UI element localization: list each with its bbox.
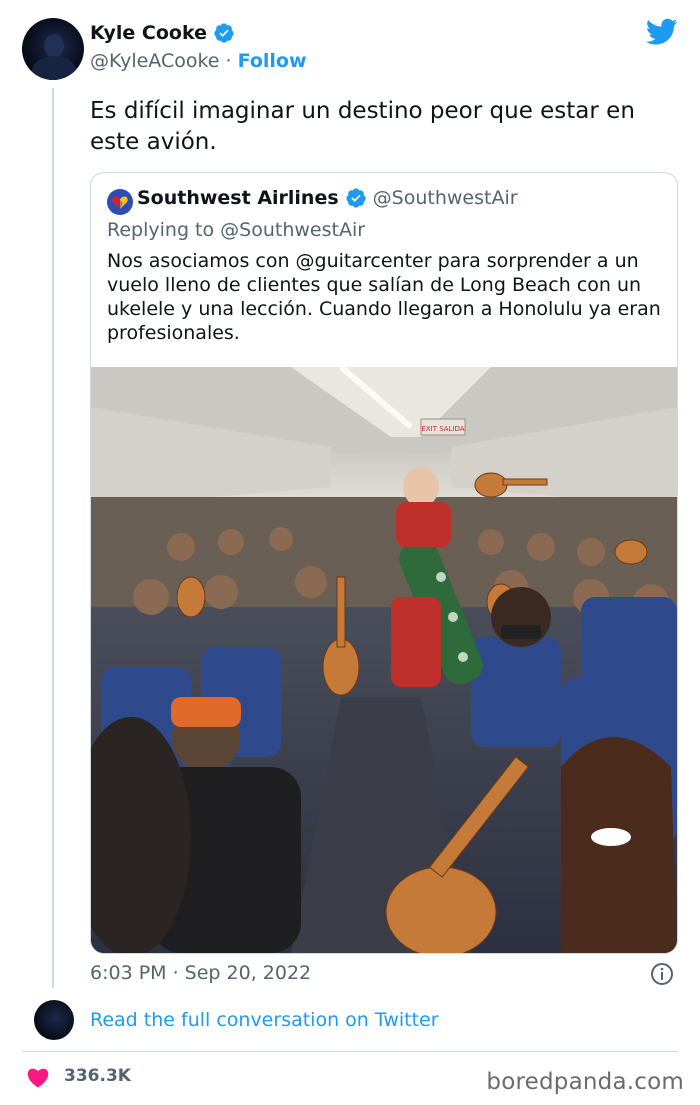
quoted-author-row: Southwest Airlines @SouthwestAir xyxy=(137,187,518,209)
like-count: 336.3K xyxy=(64,1066,131,1086)
quoted-tweet-card[interactable]: Southwest Airlines @SouthwestAir Replyin… xyxy=(90,172,678,954)
heart-icon[interactable] xyxy=(26,1066,50,1088)
watermark: boredpanda.com xyxy=(486,1069,684,1095)
author-handle[interactable]: @KyleACooke xyxy=(90,50,219,72)
author-handle-row: @KyleACooke · Follow xyxy=(90,50,307,72)
conversation-avatar[interactable] xyxy=(34,1000,74,1040)
divider xyxy=(22,1051,678,1052)
tweet-timestamp[interactable]: 6:03 PM · Sep 20, 2022 xyxy=(90,962,311,984)
quoted-tweet-text: Nos asociamos con @guitarcenter para sor… xyxy=(107,250,661,344)
read-conversation-link[interactable]: Read the full conversation on Twitter xyxy=(90,1009,439,1031)
replying-to: Replying to @SouthwestAir xyxy=(107,219,366,241)
tweet-text: Es difícil imaginar un destino peor que … xyxy=(90,98,635,155)
verified-badge-icon xyxy=(214,23,234,43)
quoted-display-name[interactable]: Southwest Airlines xyxy=(137,187,339,209)
tweet-photo[interactable]: EXIT SALIDA xyxy=(91,367,677,953)
author-name-row[interactable]: Kyle Cooke xyxy=(90,22,235,44)
southwest-heart-logo[interactable] xyxy=(107,189,133,215)
twitter-bird-icon[interactable] xyxy=(646,18,678,46)
author-display-name[interactable]: Kyle Cooke xyxy=(90,22,207,44)
thread-line xyxy=(52,88,54,988)
verified-badge-icon xyxy=(346,188,366,208)
follow-button[interactable]: Follow xyxy=(238,50,307,72)
author-avatar[interactable] xyxy=(22,18,84,80)
quoted-handle[interactable]: @SouthwestAir xyxy=(373,187,518,209)
exit-sign-label: EXIT SALIDA xyxy=(421,425,464,433)
info-icon[interactable] xyxy=(650,962,674,986)
handle-separator: · xyxy=(225,50,232,72)
airplane-cabin-photo: EXIT SALIDA xyxy=(91,367,677,953)
